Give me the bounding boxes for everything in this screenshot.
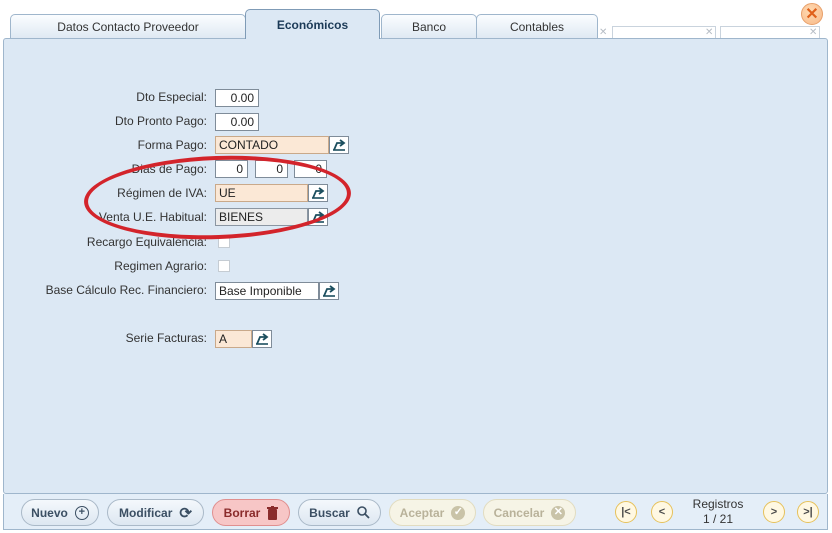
trash-icon: [267, 505, 279, 520]
dto-especial-label: Dto Especial:: [136, 90, 207, 104]
clear-icon: ✕: [599, 27, 608, 38]
clear-icon: ✕: [809, 27, 818, 38]
tab-contables[interactable]: Contables: [476, 14, 598, 38]
lookup-icon: [312, 211, 325, 223]
plus-icon: +: [74, 505, 89, 520]
modificar-label: Modificar: [119, 505, 173, 520]
prev-record-button[interactable]: <: [651, 501, 673, 523]
base-calculo-lookup-button[interactable]: [319, 282, 339, 300]
recargo-label: Recargo Equivalencia:: [86, 235, 207, 249]
venta-ue-label: Venta U.E. Habitual:: [98, 210, 207, 224]
buscar-label: Buscar: [309, 505, 350, 520]
dto-pronto-pago-field[interactable]: 0.00: [215, 113, 259, 131]
lookup-icon: [333, 139, 346, 151]
modificar-button[interactable]: Modificar ⟳: [107, 499, 204, 526]
tab-banco[interactable]: Banco: [381, 14, 477, 38]
regimen-iva-field[interactable]: UE: [215, 184, 308, 202]
serie-facturas-lookup-button[interactable]: [252, 330, 272, 348]
last-record-button[interactable]: >|: [797, 501, 819, 523]
record-counter: Registros 1 / 21: [682, 497, 754, 527]
buscar-button[interactable]: Buscar: [298, 499, 381, 526]
forma-pago-field[interactable]: CONTADO: [215, 136, 329, 154]
regimen-iva-label: Régimen de IVA:: [117, 186, 207, 200]
aceptar-button[interactable]: Aceptar ✓: [389, 499, 476, 526]
venta-ue-lookup-button[interactable]: [308, 208, 328, 226]
tab-datos-contacto[interactable]: Datos Contacto Proveedor: [10, 14, 246, 38]
first-record-button[interactable]: |<: [615, 501, 637, 523]
lookup-icon: [256, 333, 269, 345]
records-position: 1 / 21: [702, 512, 734, 526]
cancelar-button[interactable]: Cancelar ✕: [483, 499, 576, 526]
search-icon: [357, 506, 370, 519]
form-panel: Dto Especial: 0.00 Dto Pronto Pago: 0.00…: [3, 38, 828, 494]
refresh-icon: ⟳: [179, 504, 192, 522]
nuevo-button[interactable]: Nuevo +: [21, 499, 99, 526]
regimen-iva-lookup-button[interactable]: [308, 184, 328, 202]
cancelar-label: Cancelar: [493, 505, 545, 520]
aceptar-label: Aceptar: [399, 505, 445, 520]
dto-pronto-pago-label: Dto Pronto Pago:: [114, 114, 207, 128]
dias-pago-3-field[interactable]: 0: [294, 160, 327, 178]
close-icon[interactable]: ✕: [801, 3, 823, 25]
borrar-label: Borrar: [223, 505, 261, 520]
records-label: Registros: [692, 497, 744, 511]
nuevo-label: Nuevo: [31, 505, 68, 520]
lookup-icon: [312, 187, 325, 199]
venta-ue-field[interactable]: BIENES: [215, 208, 308, 226]
serie-facturas-field[interactable]: A: [215, 330, 252, 348]
regimen-agrario-checkbox[interactable]: [218, 260, 230, 272]
forma-pago-label: Forma Pago:: [137, 138, 207, 152]
check-icon: ✓: [451, 505, 466, 520]
next-record-button[interactable]: >: [763, 501, 785, 523]
borrar-button[interactable]: Borrar: [212, 499, 290, 526]
regimen-agrario-label: Regimen Agrario:: [114, 259, 207, 273]
dto-especial-field[interactable]: 0.00: [215, 89, 259, 107]
lookup-icon: [323, 285, 336, 297]
base-calculo-label: Base Cálculo Rec. Financiero:: [45, 283, 207, 297]
dias-pago-label: Dias de Pago:: [131, 162, 207, 176]
forma-pago-lookup-button[interactable]: [329, 136, 349, 154]
serie-facturas-label: Serie Facturas:: [125, 331, 207, 345]
tab-economicos[interactable]: Económicos: [245, 9, 380, 39]
dias-pago-1-field[interactable]: 0: [215, 160, 248, 178]
clear-icon: ✕: [705, 27, 714, 38]
dias-pago-2-field[interactable]: 0: [255, 160, 288, 178]
recargo-checkbox[interactable]: [218, 236, 230, 248]
cancel-icon: ✕: [551, 505, 566, 520]
base-calculo-field[interactable]: Base Imponible: [215, 282, 319, 300]
